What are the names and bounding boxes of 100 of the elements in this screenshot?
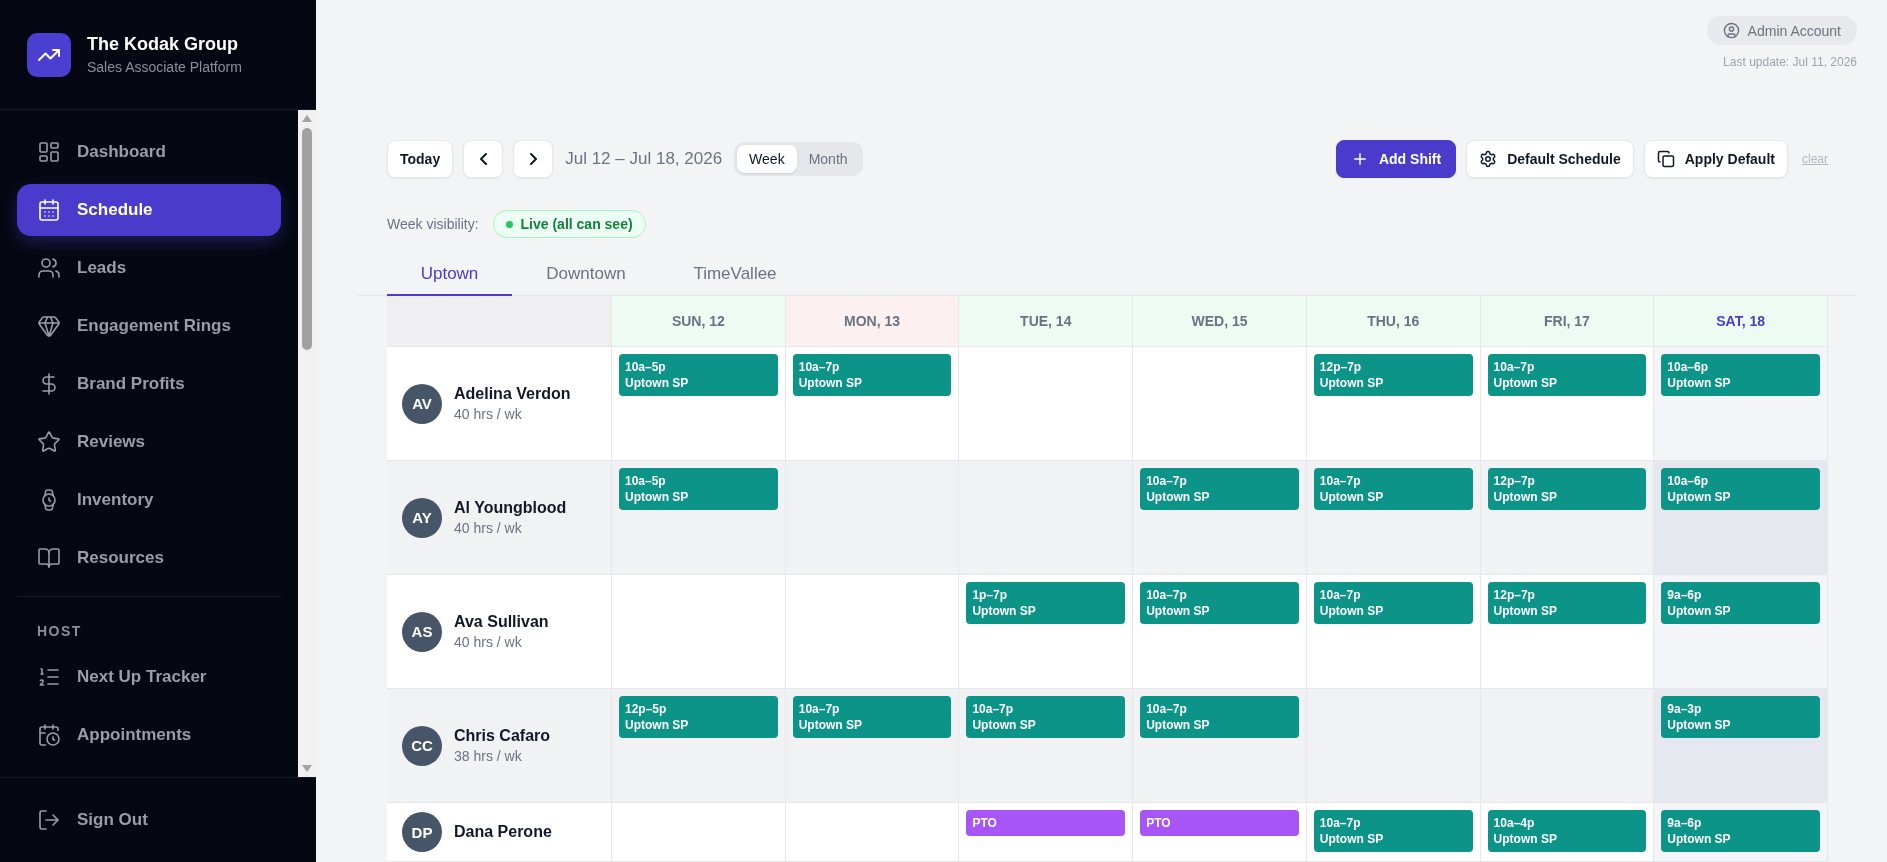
nav-item[interactable]: Reviews bbox=[17, 416, 281, 468]
shift-block[interactable]: 10a–7p Uptown SP bbox=[1487, 354, 1647, 396]
schedule-cell[interactable]: 10a–7p Uptown SP bbox=[1133, 461, 1307, 575]
shift-block[interactable]: 10a–7p Uptown SP bbox=[1140, 468, 1299, 510]
nav-item[interactable]: Brand Profits bbox=[17, 358, 281, 410]
shift-block[interactable]: 10a–7p Uptown SP bbox=[792, 696, 952, 738]
book-icon bbox=[37, 546, 61, 570]
schedule-cell[interactable]: 10a–5p Uptown SP bbox=[612, 461, 786, 575]
schedule-cell[interactable] bbox=[959, 461, 1134, 575]
nav-item[interactable]: Schedule bbox=[17, 184, 281, 236]
employee-name: Al Youngblood bbox=[454, 499, 567, 517]
pto-block[interactable]: PTO bbox=[966, 810, 1126, 836]
schedule-cell[interactable]: 10a–7p Uptown SP bbox=[959, 689, 1134, 803]
shift-block[interactable]: 10a–7p Uptown SP bbox=[792, 354, 952, 396]
schedule-cell[interactable]: 10a–7p Uptown SP bbox=[1306, 803, 1481, 862]
location-tab[interactable]: TimeVallee bbox=[660, 252, 810, 296]
shift-block[interactable]: 10a–7p Uptown SP bbox=[1140, 582, 1299, 624]
logout-icon bbox=[37, 808, 61, 832]
schedule-cell[interactable] bbox=[612, 803, 786, 862]
shift-block[interactable]: 10a–5p Uptown SP bbox=[619, 468, 778, 510]
brand-subtitle: Sales Associate Platform bbox=[87, 59, 242, 75]
schedule-cell[interactable] bbox=[1306, 689, 1481, 803]
schedule-cell[interactable]: 10a–7p Uptown SP bbox=[785, 347, 960, 461]
schedule-cell[interactable]: 9a–3p Uptown SP bbox=[1654, 689, 1828, 803]
next-button[interactable] bbox=[513, 140, 554, 178]
schedule-cell[interactable]: 10a–6p Uptown SP bbox=[1654, 461, 1828, 575]
shift-block[interactable]: 10a–7p Uptown SP bbox=[1313, 468, 1473, 510]
schedule-cell[interactable]: 10a–7p Uptown SP bbox=[1480, 347, 1655, 461]
shift-block[interactable]: 9a–3p Uptown SP bbox=[1661, 696, 1820, 738]
view-option[interactable]: Week bbox=[737, 145, 797, 173]
schedule-cell[interactable]: 10a–7p Uptown SP bbox=[1306, 461, 1481, 575]
apply-default-button[interactable]: Apply Default bbox=[1643, 140, 1788, 178]
nav-item[interactable]: Appointments bbox=[17, 708, 281, 761]
schedule-cell[interactable]: 12p–7p Uptown SP bbox=[1480, 575, 1655, 689]
shift-block[interactable]: 1p–7p Uptown SP bbox=[966, 582, 1126, 624]
today-button[interactable]: Today bbox=[387, 140, 454, 178]
pto-block[interactable]: PTO bbox=[1140, 810, 1299, 836]
avatar: CC bbox=[402, 725, 442, 766]
shift-block[interactable]: 12p–7p Uptown SP bbox=[1313, 354, 1473, 396]
employee-hours: 40 hrs / wk bbox=[454, 520, 523, 536]
schedule-cell[interactable]: 12p–7p Uptown SP bbox=[1306, 347, 1481, 461]
view-option[interactable]: Month bbox=[796, 145, 860, 173]
day-header: WED, 15 bbox=[1133, 296, 1307, 347]
schedule-cell[interactable]: 10a–5p Uptown SP bbox=[612, 347, 786, 461]
location-tab[interactable]: Downtown bbox=[512, 252, 660, 296]
shift-block[interactable]: 10a–7p Uptown SP bbox=[1313, 582, 1473, 624]
shift-block[interactable]: 10a–7p Uptown SP bbox=[966, 696, 1126, 738]
previous-button[interactable] bbox=[463, 140, 504, 178]
schedule-cell[interactable] bbox=[1133, 347, 1307, 461]
nav-item[interactable]: Next Up Tracker bbox=[17, 650, 281, 703]
scrollbar[interactable] bbox=[298, 110, 316, 777]
add-shift-button[interactable]: Add Shift bbox=[1335, 140, 1457, 178]
schedule-cell[interactable] bbox=[785, 461, 960, 575]
shift-block[interactable]: 10a–4p Uptown SP bbox=[1487, 810, 1647, 852]
schedule-cell[interactable]: 10a–7p Uptown SP bbox=[1133, 575, 1307, 689]
schedule-cell[interactable]: 10a–4p Uptown SP bbox=[1480, 803, 1655, 862]
shift-block[interactable]: 12p–7p Uptown SP bbox=[1487, 468, 1647, 510]
shift-block[interactable]: 10a–7p Uptown SP bbox=[1140, 696, 1299, 738]
schedule-cell[interactable]: PTO bbox=[959, 803, 1134, 862]
schedule-cell[interactable]: 12p–7p Uptown SP bbox=[1480, 461, 1655, 575]
schedule-cell[interactable]: 10a–7p Uptown SP bbox=[1133, 689, 1307, 803]
copy-icon bbox=[1656, 150, 1675, 168]
schedule-cell[interactable] bbox=[1480, 689, 1655, 803]
chevron-right-icon bbox=[529, 153, 537, 165]
employee-name: Chris Cafaro bbox=[454, 727, 551, 745]
schedule-cell[interactable]: 9a–6p Uptown SP bbox=[1654, 575, 1828, 689]
nav-item[interactable]: Inventory bbox=[17, 474, 281, 526]
visibility-badge: Live (all can see) bbox=[492, 210, 646, 238]
schedule-cell[interactable]: 10a–7p Uptown SP bbox=[785, 689, 960, 803]
account-button[interactable]: Admin Account bbox=[1706, 16, 1857, 45]
shift-block[interactable]: 9a–6p Uptown SP bbox=[1661, 582, 1820, 624]
shift-block[interactable]: 10a–7p Uptown SP bbox=[1313, 810, 1473, 852]
nav-item[interactable]: Resources bbox=[17, 532, 281, 584]
shift-block[interactable]: 10a–6p Uptown SP bbox=[1661, 354, 1820, 396]
schedule-cell[interactable]: PTO bbox=[1133, 803, 1307, 862]
schedule-cell[interactable]: 12p–5p Uptown SP bbox=[612, 689, 786, 803]
schedule-cell[interactable] bbox=[959, 347, 1134, 461]
schedule-cell[interactable]: 10a–6p Uptown SP bbox=[1654, 347, 1828, 461]
schedule-cell[interactable] bbox=[612, 575, 786, 689]
schedule-cell[interactable] bbox=[785, 803, 960, 862]
schedule-cell[interactable]: 9a–6p Uptown SP bbox=[1654, 803, 1828, 862]
shift-block[interactable]: 9a–6p Uptown SP bbox=[1661, 810, 1820, 852]
schedule-cell[interactable]: 1p–7p Uptown SP bbox=[959, 575, 1134, 689]
shift-block[interactable]: 10a–6p Uptown SP bbox=[1661, 468, 1820, 510]
employee-hours: 40 hrs / wk bbox=[454, 406, 523, 422]
day-header: THU, 16 bbox=[1306, 296, 1481, 347]
schedule-cell[interactable] bbox=[785, 575, 960, 689]
nav-item[interactable]: Engagement Rings bbox=[17, 300, 281, 352]
shift-block[interactable]: 12p–5p Uptown SP bbox=[619, 696, 778, 738]
nav-item[interactable]: Leads bbox=[17, 242, 281, 294]
settings-icon bbox=[1479, 150, 1498, 168]
sign-out-link[interactable]: Sign Out bbox=[0, 778, 316, 862]
shift-block[interactable]: 12p–7p Uptown SP bbox=[1487, 582, 1647, 624]
day-header: FRI, 17 bbox=[1480, 296, 1655, 347]
nav-item[interactable]: Dashboard bbox=[17, 126, 281, 178]
shift-block[interactable]: 10a–5p Uptown SP bbox=[619, 354, 778, 396]
schedule-cell[interactable]: 10a–7p Uptown SP bbox=[1306, 575, 1481, 689]
diamond-icon bbox=[37, 314, 61, 338]
clear-link[interactable]: clear bbox=[1802, 152, 1828, 166]
default-schedule-button[interactable]: Default Schedule bbox=[1466, 140, 1634, 178]
